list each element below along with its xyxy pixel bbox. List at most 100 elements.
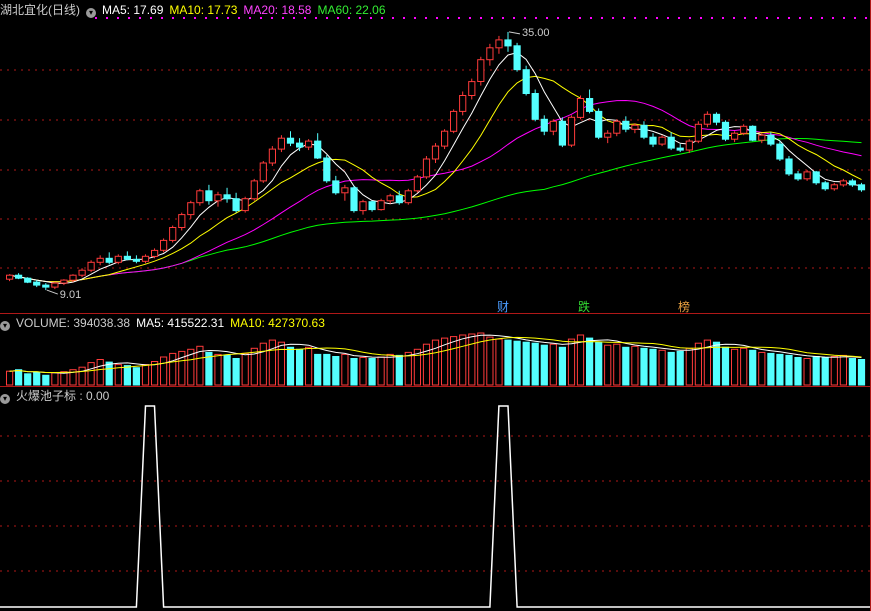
volume-bar	[567, 338, 576, 386]
volume-bar	[259, 342, 267, 386]
volume-bar	[105, 361, 113, 386]
panel-separator-indicator	[0, 386, 871, 387]
candle-body	[540, 118, 548, 132]
main-header: 湖北宜化(日线) ▾ MA5: 17.69 MA10: 17.73 MA20: 18.5…	[0, 2, 392, 18]
candle-body	[604, 132, 612, 138]
candle-body	[60, 279, 68, 284]
volume-bar	[522, 341, 530, 386]
grid-lines	[0, 17, 870, 572]
volume-ma10-value: MA10: 427370.63	[230, 316, 325, 330]
volume-bar	[504, 339, 512, 386]
collapse-icon[interactable]: ▾	[86, 8, 96, 18]
candle-body	[395, 195, 403, 204]
volume-bar	[78, 366, 86, 386]
event-marker-cai[interactable]: 财	[497, 298, 509, 315]
volume-bar	[314, 353, 322, 386]
volume-bar	[812, 356, 820, 386]
volume-bar	[758, 351, 766, 386]
volume-bar	[123, 365, 132, 386]
volume-bar	[450, 336, 458, 386]
volume-bar	[42, 374, 50, 386]
candle-body	[51, 282, 59, 288]
volume-bar	[386, 353, 394, 386]
volume-bar	[486, 336, 494, 386]
candle-body	[6, 274, 14, 280]
indicator-value: 火爆池子标 : 0.00	[16, 389, 110, 403]
low-label: 9.01	[60, 289, 81, 301]
candle-body	[794, 173, 802, 180]
candle-body	[558, 120, 566, 146]
candle-body	[286, 137, 295, 144]
volume-bar	[531, 342, 539, 386]
candle-body	[15, 274, 23, 279]
volume-collapse-icon[interactable]: ▾	[0, 321, 10, 331]
ma20-path	[9, 99, 862, 283]
ma5-value: MA5: 17.69	[102, 3, 164, 17]
indicator-header: ▾ 火爆池子标 : 0.00	[0, 388, 115, 404]
volume-bar	[33, 371, 41, 386]
candle-body	[450, 110, 458, 132]
volume-bar	[640, 347, 648, 386]
candle-body	[749, 125, 757, 141]
candle-body	[78, 269, 86, 276]
volume-bar	[323, 353, 331, 386]
chart-canvas: 35.00 9.01	[0, 17, 870, 608]
volume-bar	[513, 340, 521, 386]
volume-bar	[468, 333, 476, 386]
volume-bar	[477, 332, 485, 386]
candle-body	[205, 190, 213, 202]
candle-body	[341, 187, 349, 194]
candle-body	[259, 162, 267, 182]
ma10-path	[9, 75, 862, 283]
candle-body	[549, 120, 557, 132]
panel-separator-volume	[0, 313, 871, 314]
candle-body	[531, 93, 539, 120]
volume-bar	[839, 354, 847, 386]
candle-body	[332, 180, 340, 194]
candle-body	[413, 176, 421, 192]
volume-bar	[676, 350, 684, 386]
high-pointer	[508, 31, 521, 35]
volume-bar	[794, 357, 802, 386]
candle-body	[141, 255, 150, 262]
candle-body	[296, 142, 304, 148]
volume-bar	[803, 358, 811, 386]
event-marker-bang[interactable]: 榜	[678, 298, 690, 315]
candle-body	[132, 258, 141, 262]
candle-body	[350, 187, 358, 212]
candle-body	[223, 194, 231, 200]
candle-body	[767, 134, 775, 145]
ma10-line	[9, 75, 862, 283]
volume-bar	[305, 346, 313, 386]
candle-body	[694, 123, 702, 142]
candle-body	[214, 194, 222, 202]
ma20-value: MA20: 18.58	[243, 3, 312, 17]
candle-body	[667, 136, 675, 149]
volume-bar	[749, 349, 757, 386]
volume-bar	[286, 346, 295, 386]
volume-bar	[740, 347, 748, 386]
volume-bar	[232, 358, 240, 386]
event-label: 跌	[578, 300, 591, 314]
candle-body	[314, 140, 322, 159]
candle-body	[468, 81, 476, 96]
candle-body	[431, 145, 440, 160]
volume-bar	[857, 359, 866, 386]
volume-bar	[6, 370, 14, 386]
volume-bar	[658, 349, 666, 386]
candle-body	[377, 200, 385, 211]
candle-body	[685, 140, 693, 151]
candle-body	[740, 125, 748, 134]
volume-series	[6, 332, 866, 386]
volume-bar	[830, 356, 838, 386]
volume-bar	[613, 343, 621, 386]
candle-body	[495, 39, 503, 49]
volume-bar	[622, 346, 630, 386]
event-label: 财	[497, 300, 510, 314]
volume-bar	[160, 356, 168, 386]
event-marker-die[interactable]: 跌	[578, 298, 590, 315]
candle-body	[721, 121, 730, 140]
volume-bar	[395, 354, 403, 386]
candle-body	[839, 180, 847, 186]
indicator-collapse-icon[interactable]: ▾	[0, 394, 10, 404]
